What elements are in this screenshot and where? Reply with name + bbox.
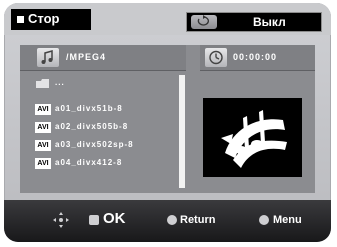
repeat-mode-button[interactable]: Выкл — [186, 12, 322, 32]
avi-file-icon: AVI — [35, 140, 51, 151]
list-item-label: a04_divx412-8 — [55, 158, 123, 167]
folder-up-icon — [35, 78, 51, 89]
list-item-file[interactable]: AVI a01_divx51b-8 — [34, 103, 174, 117]
music-notes-graphic-icon — [221, 110, 287, 168]
clock-icon — [205, 48, 227, 67]
list-item-label: a03_divx502sp-8 — [55, 140, 134, 149]
enter-button-icon — [89, 215, 99, 225]
dvd-menu-screen: Стор Выкл /MPEG4 00:00:00 ... AVI a01_di… — [4, 3, 331, 242]
list-scrollbar[interactable] — [179, 75, 185, 188]
list-item-label: ... — [55, 78, 65, 87]
file-browser-panel: /MPEG4 00:00:00 ... AVI a01_divx51b-8 AV… — [20, 45, 315, 193]
preview-window — [203, 98, 302, 177]
list-item-file[interactable]: AVI a03_divx502sp-8 — [34, 139, 174, 153]
menu-button-icon — [259, 215, 269, 225]
page-mode-icon — [17, 16, 24, 23]
control-bar: OK Return Menu — [4, 200, 331, 242]
list-item-parent-folder[interactable]: ... — [34, 77, 174, 91]
list-item-file[interactable]: AVI a04_divx412-8 — [34, 157, 174, 171]
navigation-dpad-icon — [52, 211, 70, 229]
ok-hint[interactable]: OK — [103, 210, 126, 227]
file-list: ... AVI a01_divx51b-8 AVI a02_divx505b-8… — [34, 75, 179, 188]
top-bar: Стор Выкл — [4, 3, 331, 35]
avi-file-icon: AVI — [35, 122, 51, 133]
folder-title: /MPEG4 — [66, 52, 107, 62]
avi-file-icon: AVI — [35, 158, 51, 169]
return-button-icon — [167, 215, 177, 225]
page-mode-button[interactable]: Стор — [11, 9, 91, 30]
list-item-label: a01_divx51b-8 — [55, 104, 123, 113]
list-item-file[interactable]: AVI a02_divx505b-8 — [34, 121, 174, 135]
folder-header: /MPEG4 — [20, 45, 186, 71]
music-note-icon — [37, 48, 59, 67]
list-item-label: a02_divx505b-8 — [55, 122, 129, 131]
repeat-mode-label: Выкл — [253, 15, 286, 29]
time-display: 00:00:00 — [200, 45, 315, 71]
playback-time: 00:00:00 — [233, 52, 278, 62]
menu-hint[interactable]: Menu — [273, 214, 302, 226]
page-mode-label: Стор — [28, 11, 60, 26]
avi-file-icon: AVI — [35, 104, 51, 115]
repeat-icon — [191, 15, 217, 29]
return-hint[interactable]: Return — [180, 214, 215, 226]
